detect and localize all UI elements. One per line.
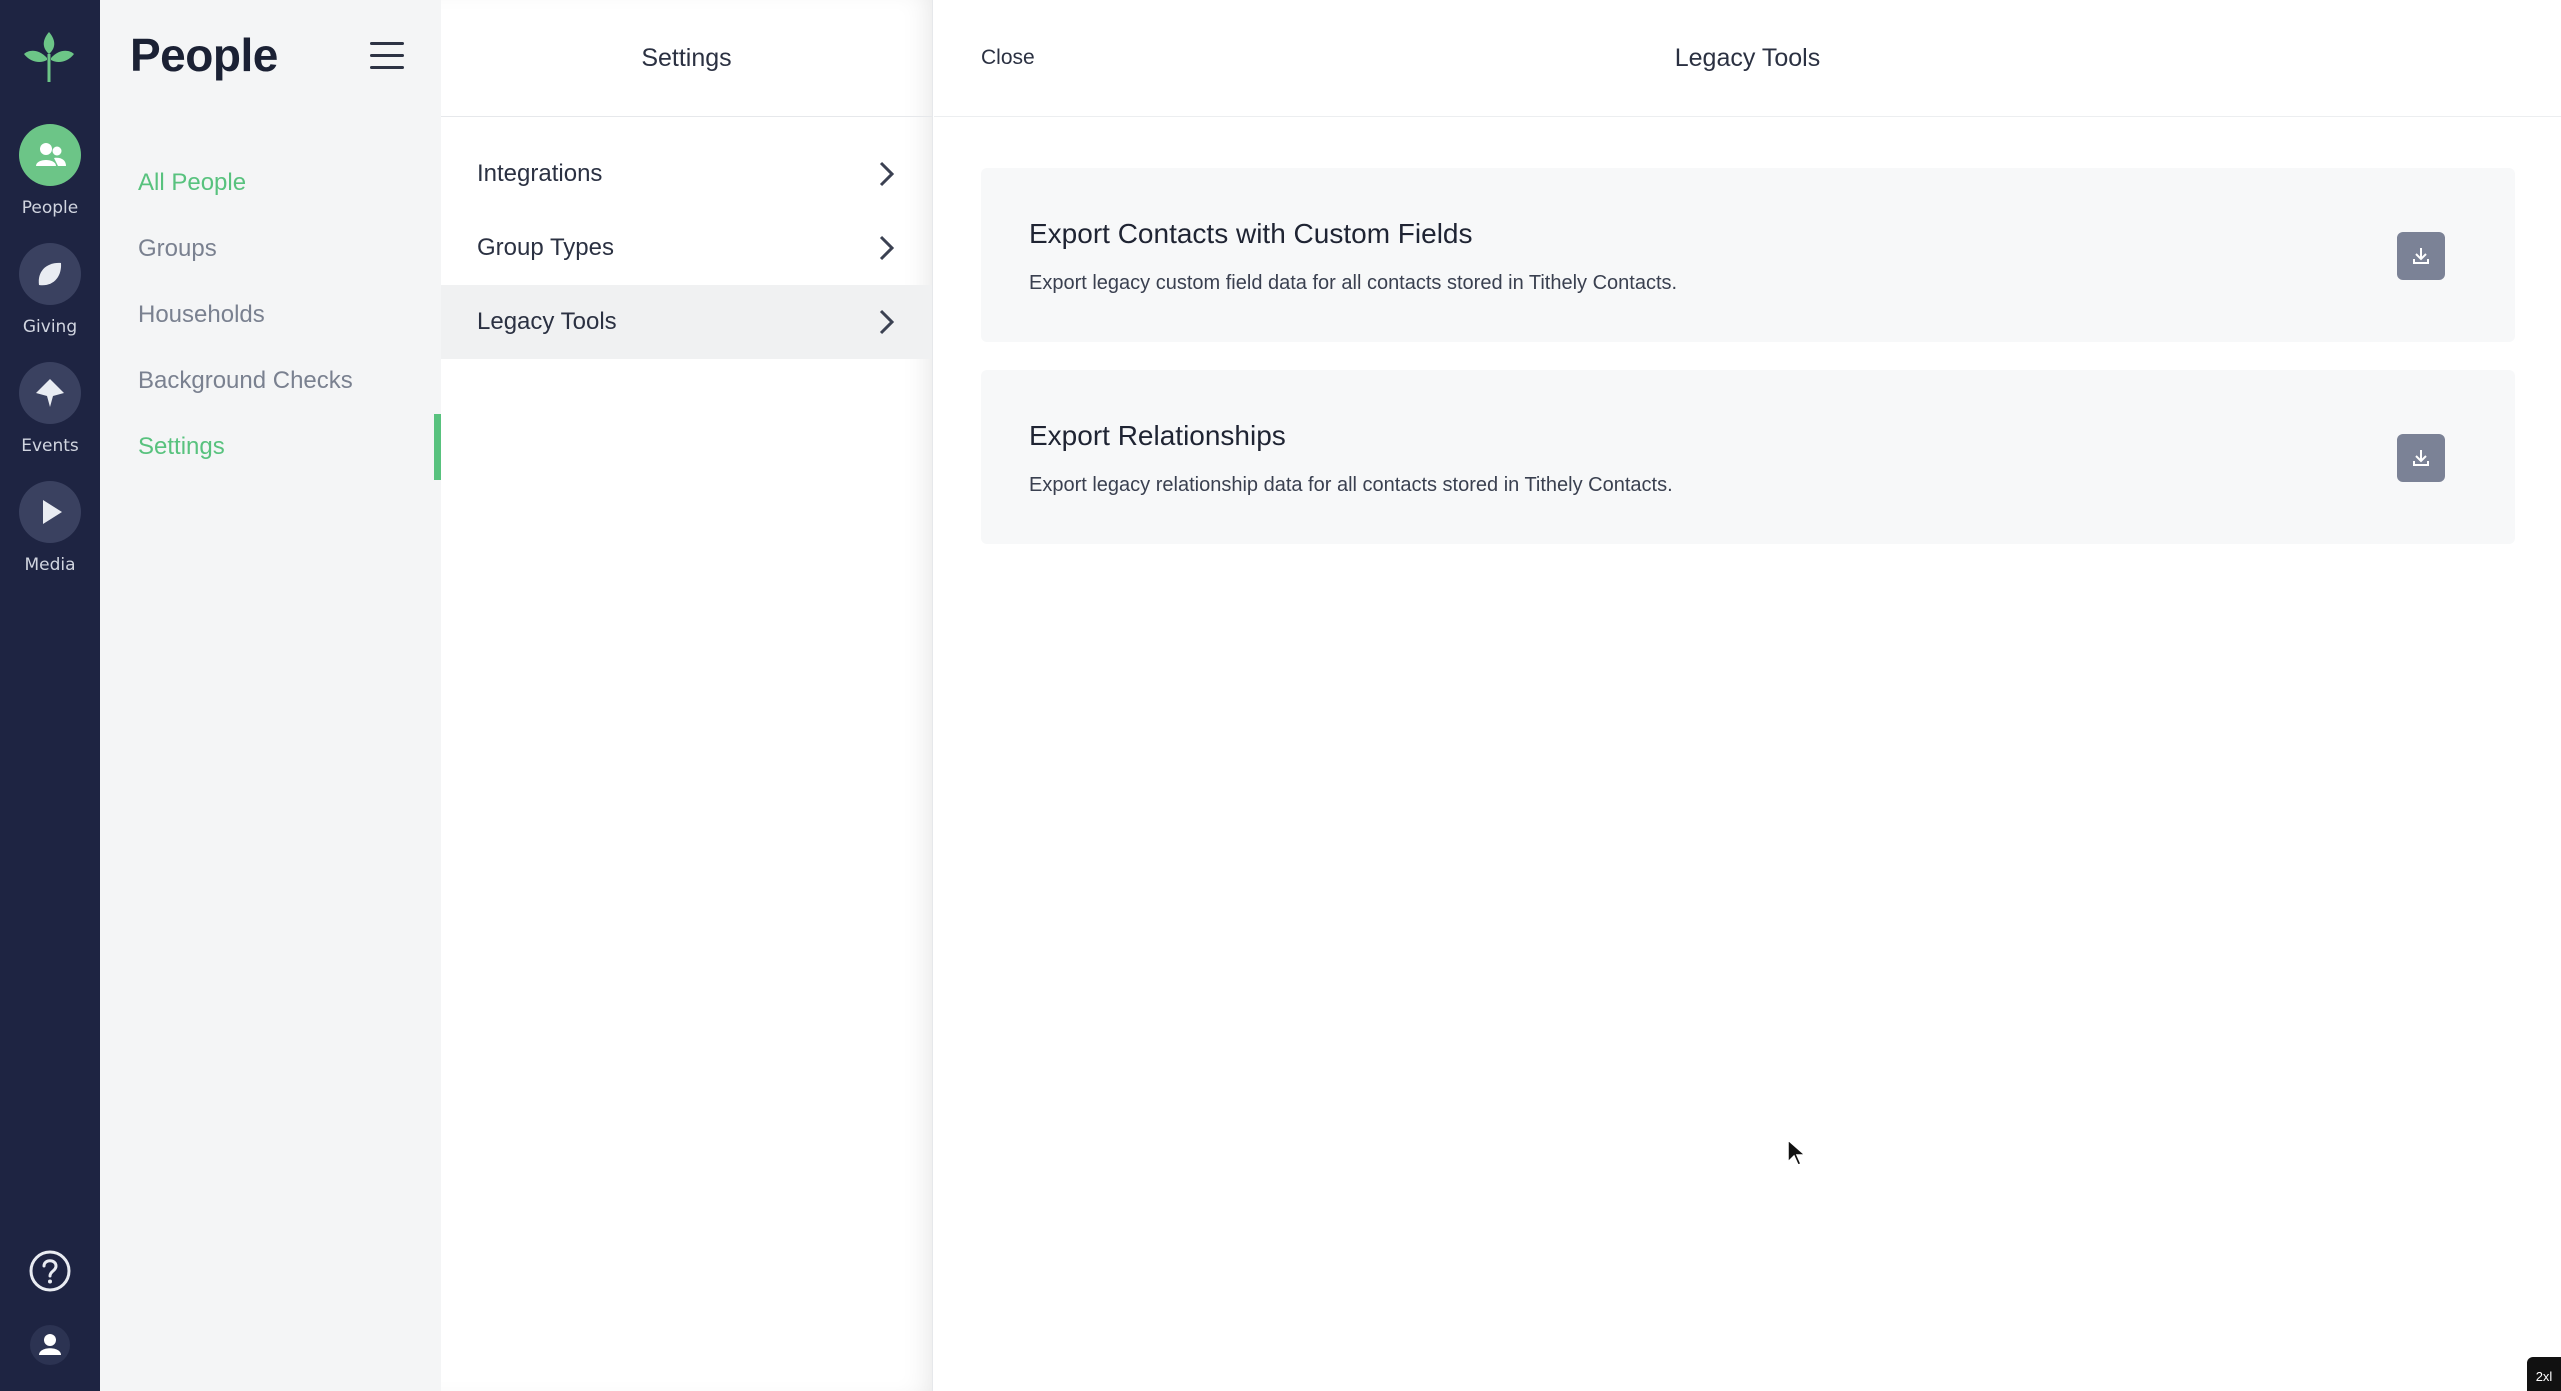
- settings-row-integrations[interactable]: Integrations: [441, 137, 932, 211]
- nav-item-households[interactable]: Households: [100, 282, 441, 348]
- account-button[interactable]: [19, 1314, 81, 1376]
- card-description: Export legacy relationship data for all …: [1029, 474, 1673, 496]
- rail-label-media: Media: [24, 555, 76, 575]
- rail-item-giving[interactable]: Giving: [0, 243, 100, 337]
- user-icon: [30, 1325, 70, 1365]
- settings-row-label: Legacy Tools: [477, 308, 617, 335]
- settings-row-group-types[interactable]: Group Types: [441, 211, 932, 285]
- rail-label-people: People: [21, 198, 79, 218]
- settings-row-legacy-tools[interactable]: Legacy Tools: [441, 285, 932, 359]
- rail-item-media[interactable]: Media: [0, 481, 100, 575]
- nav-item-groups[interactable]: Groups: [100, 216, 441, 282]
- settings-row-label: Integrations: [477, 160, 603, 187]
- card-title: Export Contacts with Custom Fields: [1029, 218, 1473, 249]
- chevron-right-icon: [879, 235, 895, 261]
- nav-item-background-checks[interactable]: Background Checks: [100, 348, 441, 414]
- nav-item-settings[interactable]: Settings: [100, 414, 441, 480]
- logo-sprout-icon[interactable]: [18, 26, 80, 88]
- mouse-cursor-icon: [1787, 1138, 1807, 1166]
- card-description: Export legacy custom field data for all …: [1029, 272, 1678, 294]
- help-icon: [29, 1250, 71, 1292]
- zoom-badge: 2xl: [2527, 1357, 2561, 1391]
- settings-title: Settings: [441, 0, 932, 117]
- help-button[interactable]: [19, 1240, 81, 1302]
- chevron-right-icon: [879, 161, 895, 187]
- content-panel: Close Legacy Tools Export Contacts with …: [934, 0, 2561, 1391]
- export-custom-fields-card: Export Contacts with Custom Fields Expor…: [981, 168, 2515, 342]
- section-sidebar: People All People Groups Households Back…: [100, 0, 441, 1391]
- download-relationships-button[interactable]: [2397, 434, 2445, 482]
- section-nav: All People Groups Households Background …: [100, 150, 441, 480]
- rail-item-events[interactable]: Events: [0, 362, 100, 456]
- leaf-icon: [19, 243, 81, 305]
- people-icon: [19, 124, 81, 186]
- settings-row-label: Group Types: [477, 234, 614, 261]
- play-icon: [19, 481, 81, 543]
- rail-label-events: Events: [21, 436, 79, 456]
- settings-panel: Settings Integrations Group Types Legacy…: [441, 0, 933, 1391]
- section-title: People: [130, 29, 278, 81]
- content-header: Close Legacy Tools: [934, 0, 2561, 117]
- menu-hamburger-icon[interactable]: [370, 42, 404, 72]
- chevron-right-icon: [879, 309, 895, 335]
- app-rail: People Giving Events Media: [0, 0, 100, 1391]
- pin-icon: [19, 362, 81, 424]
- rail-label-giving: Giving: [22, 317, 78, 337]
- page-title: Legacy Tools: [1674, 44, 1821, 72]
- download-custom-fields-button[interactable]: [2397, 232, 2445, 280]
- export-relationships-card: Export Relationships Export legacy relat…: [981, 370, 2515, 544]
- card-title: Export Relationships: [1029, 420, 1286, 451]
- rail-item-people[interactable]: People: [0, 124, 100, 218]
- nav-item-all-people[interactable]: All People: [100, 150, 441, 216]
- download-icon: [2413, 248, 2429, 264]
- download-icon: [2413, 450, 2429, 466]
